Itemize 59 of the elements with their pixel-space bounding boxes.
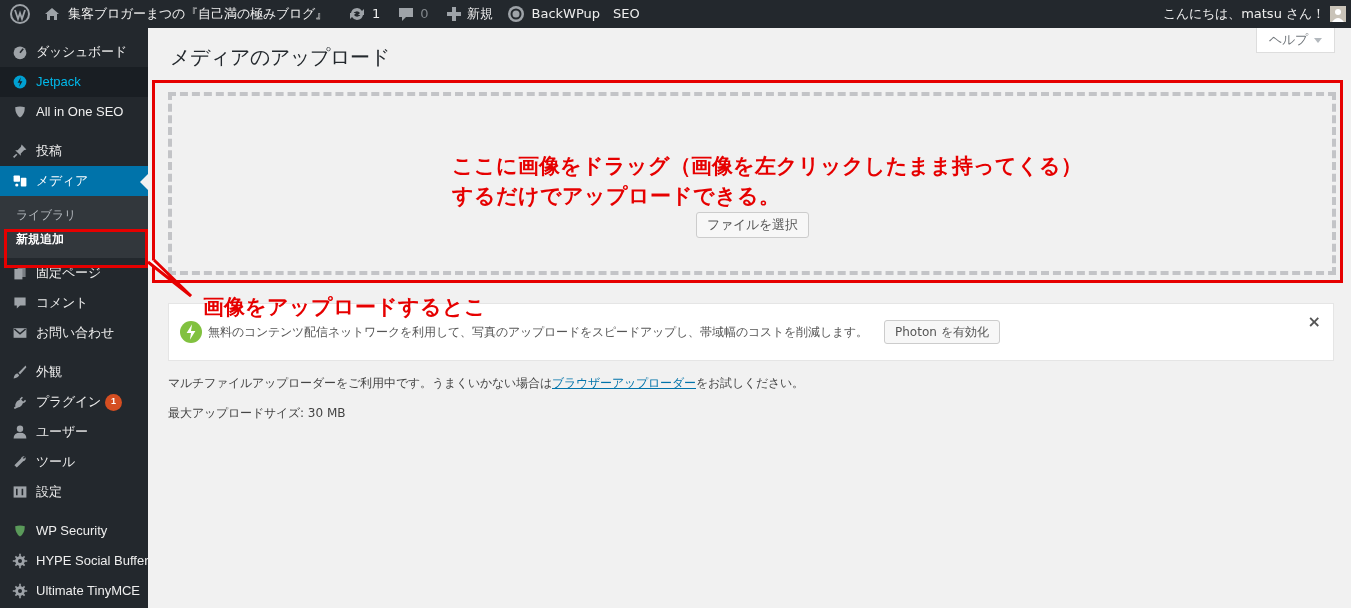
shield-icon (12, 104, 28, 120)
menu-item[interactable]: All in One SEO (0, 97, 148, 127)
menu-item[interactable]: 設定 (0, 477, 148, 507)
media-icon (12, 173, 28, 189)
greeting-link[interactable]: こんにちは、matsu さん！ (1163, 4, 1325, 24)
shield-icon (12, 523, 28, 539)
plus-icon[interactable] (446, 7, 461, 21)
home-icon[interactable] (44, 6, 60, 22)
pages-icon (12, 265, 28, 281)
submenu-item[interactable]: 新規追加 (0, 227, 148, 251)
menu-item[interactable]: Ultimate TinyMCE (0, 576, 148, 606)
select-files-button[interactable]: ファイルを選択 (695, 212, 809, 238)
notice-message: 無料のコンテンツ配信ネットワークを利用して、写真のアップロードをスピードアップし、帯域幅のコストを削減します。 (208, 324, 868, 341)
help-tab[interactable]: ヘルプ (1256, 28, 1335, 53)
annotation-text: 画像をアップロードするとこ (203, 294, 486, 321)
uploader-info-text: マルチファイルアップローダーをご利用中です。うまくいかない場合はブラウザーアップローダーをお試しください。 (168, 375, 805, 392)
gear-icon (12, 583, 28, 599)
settings-icon (12, 484, 28, 500)
menu-item[interactable]: WP Security (0, 516, 148, 546)
menu-item[interactable]: Jetpack (0, 67, 148, 97)
pushpin-icon (12, 143, 28, 159)
wordpress-logo-icon[interactable] (10, 4, 30, 24)
speech-bubble-icon (12, 295, 28, 311)
caret-icon (1314, 37, 1322, 43)
backwpup-menu-link[interactable]: BackWPup (531, 4, 601, 24)
menu-item[interactable]: HYPE Social Buffer (0, 546, 148, 576)
menu-item[interactable]: ツール (0, 447, 148, 477)
max-upload-size-text: 最大アップロードサイズ: 30 MB (168, 405, 347, 422)
plug-icon (12, 394, 28, 410)
update-count-badge: 1 (105, 393, 122, 411)
gear-icon (12, 553, 28, 569)
annotation-text: ここに画像をドラッグ（画像を左クリックしたまま持ってくる） するだけでアップロードできる。 (452, 153, 1082, 210)
updates-count[interactable]: 1 (372, 4, 381, 24)
menu-item[interactable]: 外観 (0, 357, 148, 387)
person-icon (12, 424, 28, 440)
site-name-link[interactable]: 集客ブロガーまつの『自己満の極みブログ』 (68, 4, 328, 24)
speech-bubble-icon[interactable] (398, 6, 415, 22)
activate-photon-button[interactable]: Photon を有効化 (884, 320, 1000, 344)
wrench-icon (12, 454, 28, 470)
menu-item[interactable]: ダッシュボード (0, 37, 148, 67)
comments-count[interactable]: 0 (420, 4, 429, 24)
menu-item[interactable]: お問い合わせ (0, 318, 148, 348)
lightning-icon (12, 74, 28, 90)
paintbrush-icon (12, 364, 28, 380)
seo-menu-link[interactable]: SEO (613, 4, 640, 24)
submenu-item[interactable]: ライブラリ (0, 203, 148, 227)
close-button[interactable]: × (1307, 310, 1321, 334)
new-menu-link[interactable]: 新規 (466, 4, 493, 24)
gauge-icon (12, 44, 28, 60)
menu-item[interactable]: プラグイン 1 (0, 387, 148, 417)
menu-item[interactable]: ユーザー (0, 417, 148, 447)
envelope-icon (12, 325, 28, 341)
browser-uploader-link[interactable]: ブラウザーアップローダー (552, 376, 696, 390)
menu-item[interactable]: メディア (0, 166, 148, 196)
page-title: メディアのアップロード (170, 44, 391, 71)
refresh-icon[interactable] (348, 6, 366, 22)
menu-item[interactable]: 投稿 (0, 136, 148, 166)
lightning-icon (180, 321, 202, 343)
menu-item[interactable]: コメント (0, 288, 148, 318)
